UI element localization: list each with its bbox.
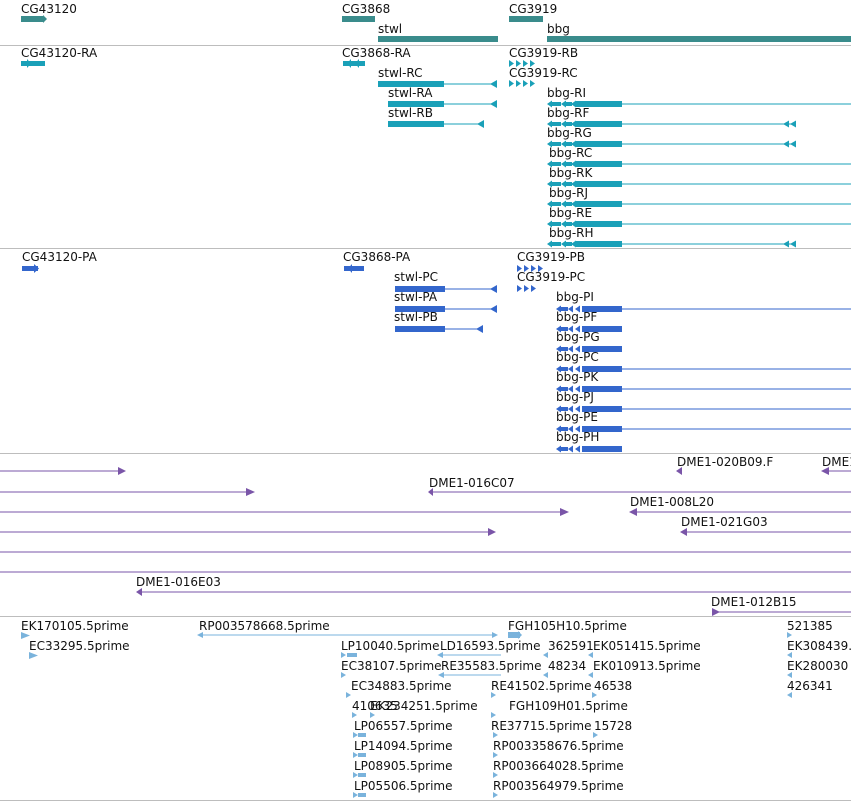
- protein-label[interactable]: stwl-PC: [394, 270, 438, 284]
- est-label[interactable]: EK234251.5prime: [370, 699, 478, 713]
- protein-label[interactable]: CG3919-PB: [517, 250, 585, 264]
- transcript-label[interactable]: CG3919-RB: [509, 46, 578, 60]
- gene-label[interactable]: bbg: [547, 22, 570, 36]
- est-label[interactable]: RP003358676.5prime: [493, 739, 624, 753]
- est-label[interactable]: RE37715.5prime: [491, 719, 592, 733]
- bac-track: [0, 467, 851, 616]
- transcript-label[interactable]: CG43120-RA: [21, 46, 97, 60]
- est-label[interactable]: EK280030: [787, 659, 848, 673]
- genome-browser-view: CG43120 CG3868 CG3919 stwl bbg CG43120-R…: [0, 0, 851, 801]
- bac-label[interactable]: DME1-021G03: [681, 515, 768, 529]
- gene-label[interactable]: stwl: [378, 22, 402, 36]
- est-label[interactable]: 362591: [548, 639, 594, 653]
- protein-label[interactable]: CG3868-PA: [343, 250, 410, 264]
- bac-label[interactable]: DME1: [822, 455, 851, 469]
- protein-label[interactable]: bbg-PC: [556, 350, 599, 364]
- bac-label[interactable]: DME1-008L20: [630, 495, 714, 509]
- gene-label[interactable]: CG3919: [509, 2, 557, 16]
- protein-label[interactable]: bbg-PJ: [556, 390, 594, 404]
- est-label[interactable]: FGH109H01.5prime: [509, 699, 628, 713]
- est-label[interactable]: RE41502.5prime: [491, 679, 592, 693]
- protein-label[interactable]: bbg-PG: [556, 330, 600, 344]
- est-label[interactable]: EK170105.5prime: [21, 619, 129, 633]
- est-label[interactable]: LD16593.5prime: [440, 639, 541, 653]
- est-label[interactable]: 521385: [787, 619, 833, 633]
- transcript-label[interactable]: CG3919-RC: [509, 66, 578, 80]
- gene-glyph[interactable]: [547, 36, 851, 42]
- transcript-label[interactable]: bbg-RC: [549, 146, 592, 160]
- protein-label[interactable]: stwl-PA: [394, 290, 437, 304]
- est-label[interactable]: 15728: [594, 719, 632, 733]
- est-label[interactable]: 48234: [548, 659, 586, 673]
- est-label[interactable]: EC38107.5prime: [341, 659, 442, 673]
- transcript-label[interactable]: bbg-RF: [547, 106, 589, 120]
- gene-glyph[interactable]: [21, 16, 43, 22]
- bac-label[interactable]: DME1-016E03: [136, 575, 221, 589]
- strand-arrow-icon: [43, 15, 47, 23]
- est-label[interactable]: LP06557.5prime: [354, 719, 453, 733]
- est-label[interactable]: RP003578668.5prime: [199, 619, 330, 633]
- est-label[interactable]: 46538: [594, 679, 632, 693]
- est-label[interactable]: RP003564979.5prime: [493, 779, 624, 793]
- transcript-label[interactable]: CG3868-RA: [342, 46, 411, 60]
- est-label[interactable]: 426341: [787, 679, 833, 693]
- gene-label[interactable]: CG3868: [342, 2, 390, 16]
- est-label[interactable]: LP05506.5prime: [354, 779, 453, 793]
- est-label[interactable]: EK010913.5prime: [593, 659, 701, 673]
- est-label[interactable]: LP14094.5prime: [354, 739, 453, 753]
- bbg-proteins: [556, 305, 851, 453]
- est-label[interactable]: EC34883.5prime: [351, 679, 452, 693]
- protein-label[interactable]: bbg-PH: [556, 430, 599, 444]
- est-label[interactable]: LP10040.5prime: [341, 639, 440, 653]
- transcript-label[interactable]: bbg-RE: [549, 206, 592, 220]
- bac-label[interactable]: DME1-012B15: [711, 595, 797, 609]
- protein-label[interactable]: bbg-PF: [556, 310, 597, 324]
- est-label[interactable]: EC33295.5prime: [29, 639, 130, 653]
- protein-label[interactable]: CG43120-PA: [22, 250, 97, 264]
- transcript-track: [21, 59, 535, 128]
- protein-label[interactable]: bbg-PE: [556, 410, 598, 424]
- transcript-label[interactable]: bbg-RI: [547, 86, 586, 100]
- est-label[interactable]: FGH105H10.5prime: [508, 619, 627, 633]
- est-label[interactable]: LP08905.5prime: [354, 759, 453, 773]
- est-label[interactable]: EK051415.5prime: [593, 639, 701, 653]
- bac-label[interactable]: DME1-020B09.F: [677, 455, 773, 469]
- gene-glyph[interactable]: [342, 16, 375, 22]
- transcript-label[interactable]: bbg-RG: [547, 126, 592, 140]
- protein-label[interactable]: stwl-PB: [394, 310, 438, 324]
- transcript-label[interactable]: bbg-RK: [549, 166, 592, 180]
- transcript-label[interactable]: stwl-RA: [388, 86, 433, 100]
- protein-track: [22, 264, 543, 333]
- transcript-label[interactable]: bbg-RJ: [549, 186, 588, 200]
- transcript-label[interactable]: stwl-RB: [388, 106, 433, 120]
- gene-track: [21, 15, 851, 42]
- protein-label[interactable]: bbg-PI: [556, 290, 594, 304]
- gene-glyph[interactable]: [378, 36, 498, 42]
- protein-label[interactable]: CG3919-PC: [517, 270, 585, 284]
- protein-label[interactable]: bbg-PK: [556, 370, 598, 384]
- est-label[interactable]: EK308439.: [787, 639, 851, 653]
- bac-label[interactable]: DME1-016C07: [429, 476, 515, 490]
- transcript-label[interactable]: bbg-RH: [549, 226, 594, 240]
- est-label[interactable]: RP003664028.5prime: [493, 759, 624, 773]
- gene-glyph[interactable]: [509, 16, 543, 22]
- transcript-label[interactable]: stwl-RC: [378, 66, 423, 80]
- gene-label[interactable]: CG43120: [21, 2, 77, 16]
- est-label[interactable]: RE35583.5prime: [441, 659, 542, 673]
